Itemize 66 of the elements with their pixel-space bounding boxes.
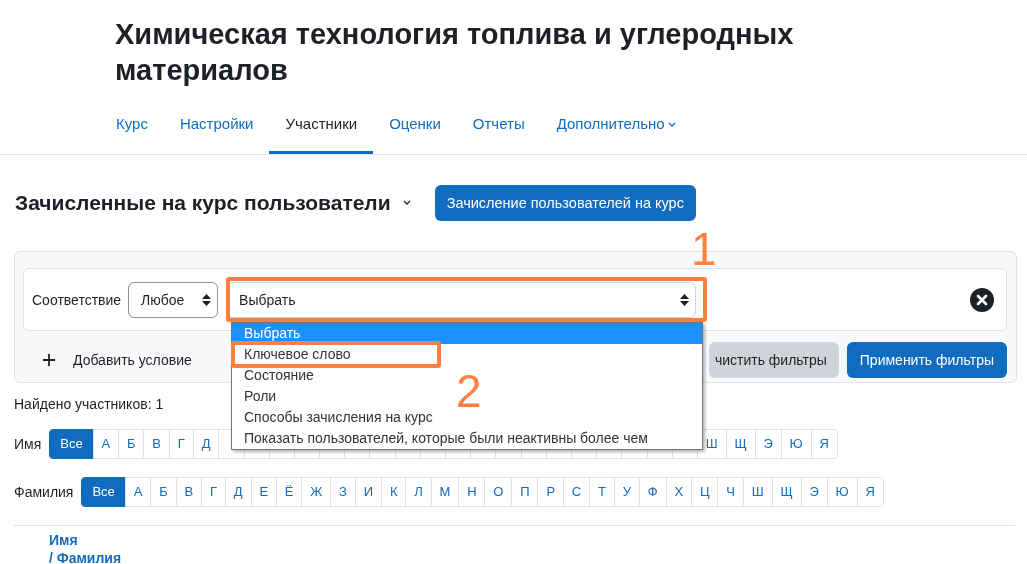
nav-tab[interactable]: Оценки (373, 108, 457, 154)
letter-filter[interactable]: Ж (301, 477, 332, 507)
letter-filter[interactable]: П (511, 477, 539, 507)
letter-filter[interactable]: Д (224, 477, 252, 507)
match-label: Соответствие (32, 291, 122, 308)
dropdown-option[interactable]: Ключевое слово (244, 344, 351, 365)
course-title: Химическая технология топлива и углеродных материалов (114, 17, 795, 88)
letter-filter[interactable]: Р (537, 477, 564, 507)
letter-filter[interactable]: Э (754, 429, 782, 459)
letter-filter[interactable]: Щ (771, 477, 802, 507)
first-name-sort-link[interactable]: Имя (49, 531, 1015, 549)
letter-filter[interactable]: К (381, 477, 407, 507)
letter-filter[interactable]: Н (458, 477, 486, 507)
letter-filter[interactable]: Г (201, 477, 226, 507)
clear-filters-button[interactable]: чистить фильтры (708, 342, 839, 378)
match-select[interactable]: Любое (128, 281, 219, 318)
letter-filter[interactable]: Все (49, 429, 94, 459)
letter-filter[interactable]: Ц (691, 477, 719, 507)
nav-tab[interactable]: Отчеты (456, 108, 541, 154)
enrol-users-button[interactable]: Зачисление пользователей на курс (434, 185, 696, 221)
initials-label: Фамилия (14, 484, 74, 500)
letter-filter[interactable]: Т (589, 477, 615, 507)
letter-filter[interactable]: Э (800, 477, 828, 507)
sort-icon (202, 293, 212, 306)
dropdown-option[interactable]: Состояние (244, 365, 314, 386)
letter-filter[interactable]: Ч (717, 477, 744, 507)
letter-filter[interactable]: Ю (826, 477, 858, 507)
letter-filter[interactable]: У (613, 477, 640, 507)
last-name-sort-link[interactable]: / Фамилия (49, 549, 1015, 564)
nav-tab[interactable]: Участники (269, 108, 374, 154)
dropdown-option[interactable]: Роли (244, 386, 277, 407)
letter-filter[interactable]: Я (810, 429, 838, 459)
letter-filter[interactable]: Г (168, 429, 194, 459)
apply-filters-button[interactable]: Применить фильтры (846, 342, 1007, 378)
dropdown-option[interactable]: Выбрать (232, 323, 702, 344)
nav-tab[interactable]: Курс (100, 108, 164, 154)
letter-filter[interactable]: О (484, 477, 513, 507)
caret-icon[interactable] (402, 200, 411, 206)
add-condition-link[interactable]: Добавить условие (73, 352, 192, 368)
letter-filter[interactable]: Щ (725, 429, 756, 459)
letter-filter[interactable]: Ю (780, 429, 812, 459)
letter-filter[interactable]: В (143, 429, 170, 459)
initials-label: Имя (14, 436, 42, 452)
plus-icon[interactable] (43, 354, 55, 366)
letter-filter[interactable]: С (562, 477, 591, 507)
letter-filter[interactable]: З (330, 477, 356, 507)
dropdown-option[interactable]: Показать пользователей, которые были неактивны более чем (244, 428, 648, 449)
letter-filter[interactable]: Л (405, 477, 432, 507)
nav-tab[interactable]: Дополнительно (540, 108, 692, 154)
letter-filter[interactable]: Б (118, 429, 145, 459)
nav-tab[interactable]: Настройки (163, 108, 270, 154)
letter-filter[interactable]: Ш (742, 477, 773, 507)
annotation-number: 2 (456, 368, 482, 414)
participants-count: Найдено участников: 1 (14, 396, 164, 412)
letter-filter[interactable]: Б (150, 477, 177, 507)
caret-icon (667, 122, 676, 129)
close-icon[interactable] (970, 287, 994, 312)
letter-filter[interactable]: Ф (638, 477, 667, 507)
letter-filter[interactable]: Я (856, 477, 884, 507)
dropdown-option[interactable]: Способы зачисления на курс (244, 407, 433, 428)
page-heading: Зачисленные на курс пользователи (15, 191, 391, 215)
annotation-number: 1 (691, 226, 717, 272)
letter-filter[interactable]: Все (81, 477, 126, 507)
letter-filter[interactable]: И (354, 477, 382, 507)
sort-icon (680, 293, 690, 306)
letter-filter[interactable]: Е (250, 477, 277, 507)
